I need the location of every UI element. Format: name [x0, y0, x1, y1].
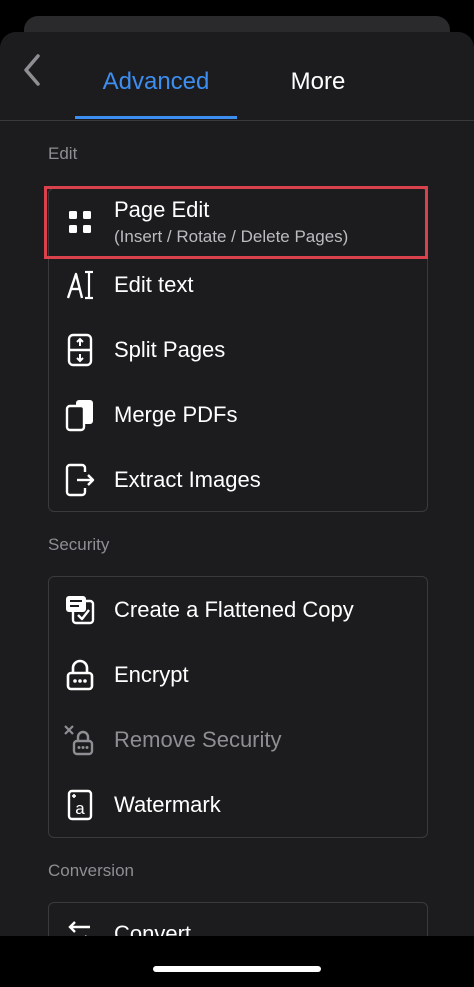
grid-icon	[63, 205, 97, 239]
menu-item-split-pages[interactable]: Split Pages	[49, 317, 427, 382]
menu-item-page-edit[interactable]: Page Edit (Insert / Rotate / Delete Page…	[49, 189, 427, 254]
menu-item-merge-pdfs[interactable]: Merge PDFs	[49, 382, 427, 447]
lock-icon	[63, 658, 97, 692]
menu-item-watermark[interactable]: a Watermark	[49, 772, 427, 837]
convert-icon	[63, 917, 97, 936]
menu-item-edit-text[interactable]: Edit text	[49, 252, 427, 317]
conversion-group: Convert	[48, 902, 428, 936]
menu-item-label: Extract Images	[114, 467, 261, 492]
section-title-security: Security	[48, 535, 110, 554]
screen: Advanced More Edit Page Edit (Insert / R…	[0, 0, 474, 987]
active-tab-indicator	[75, 116, 237, 119]
menu-item-remove-security[interactable]: Remove Security	[49, 707, 427, 772]
menu-item-label: Edit text	[114, 272, 194, 297]
edit-text-icon	[63, 268, 97, 302]
menu-item-extract-images[interactable]: Extract Images	[49, 447, 427, 512]
menu-item-label: Remove Security	[114, 727, 282, 752]
chevron-left-icon	[24, 54, 40, 86]
menu-item-label: Encrypt	[114, 662, 189, 687]
tab-advanced[interactable]: Advanced	[75, 68, 237, 96]
section-title-edit: Edit	[48, 144, 78, 163]
unlock-icon	[63, 723, 97, 757]
menu-item-encrypt[interactable]: Encrypt	[49, 642, 427, 707]
back-button[interactable]	[14, 50, 50, 90]
menu-item-label: Create a Flattened Copy	[114, 597, 354, 622]
split-pages-icon	[63, 333, 97, 367]
watermark-icon: a	[63, 788, 97, 822]
bottom-sheet: Advanced More Edit Page Edit (Insert / R…	[0, 32, 474, 936]
security-group: Create a Flattened Copy Encrypt Remove S…	[48, 576, 428, 838]
flattened-copy-icon	[63, 593, 97, 627]
menu-item-label: Convert	[114, 921, 192, 936]
menu-item-label: Merge PDFs	[114, 402, 238, 427]
sheet-header: Advanced More	[0, 32, 474, 121]
home-indicator	[153, 966, 321, 972]
extract-images-icon	[63, 463, 97, 497]
section-title-conversion: Conversion	[48, 861, 134, 880]
menu-item-sublabel: (Insert / Rotate / Delete Pages)	[114, 227, 349, 246]
menu-item-convert[interactable]: Convert	[49, 903, 427, 936]
menu-item-label: Watermark	[114, 792, 221, 817]
merge-pdfs-icon	[63, 398, 97, 432]
menu-item-label: Split Pages	[114, 337, 226, 362]
edit-group: Page Edit (Insert / Rotate / Delete Page…	[48, 188, 428, 512]
tab-more[interactable]: More	[258, 68, 378, 96]
menu-item-create-flattened-copy[interactable]: Create a Flattened Copy	[49, 577, 427, 642]
svg-text:a: a	[75, 799, 85, 818]
menu-item-label: Page Edit	[114, 197, 210, 222]
